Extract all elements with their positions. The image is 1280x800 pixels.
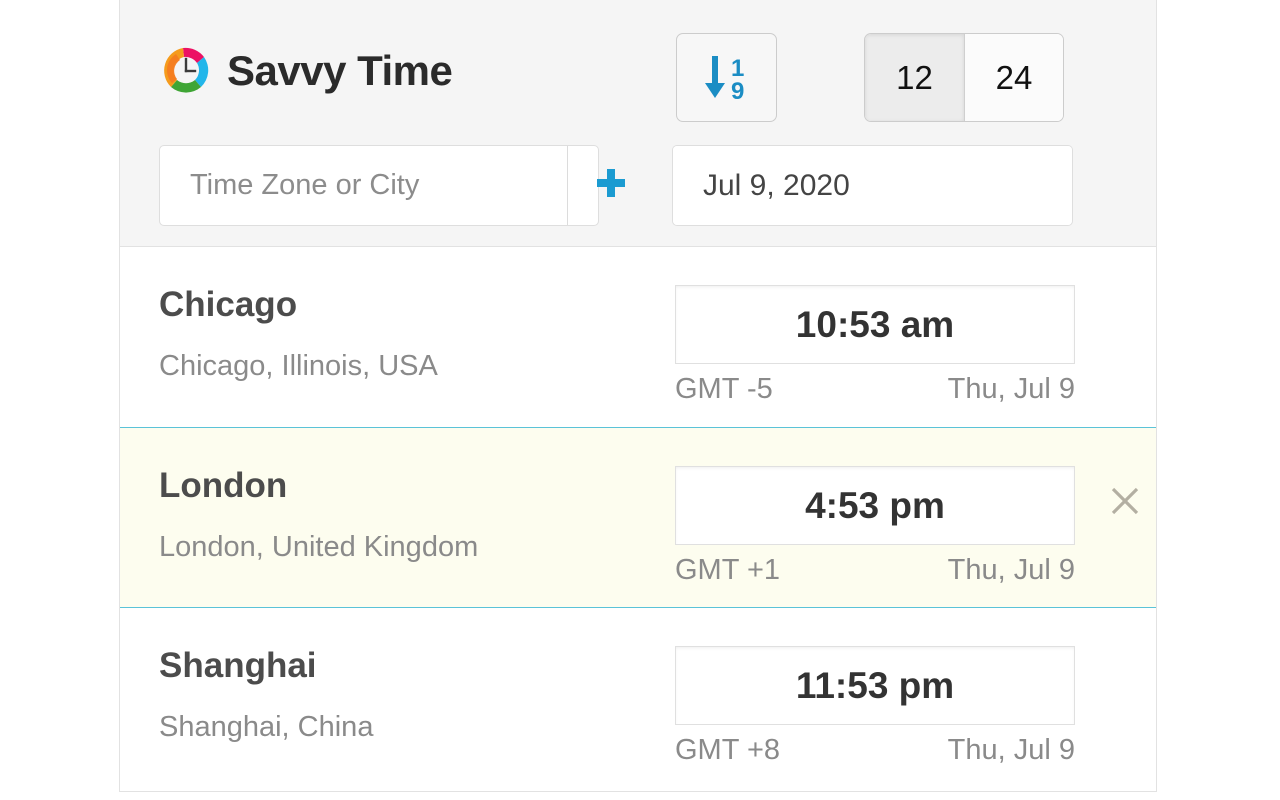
timezone-search-input[interactable]: [160, 146, 567, 225]
row-location: Shanghai, China: [159, 711, 374, 743]
row-city-name: Chicago: [159, 285, 298, 324]
table-row[interactable]: London London, United Kingdom 4:53 pm GM…: [120, 427, 1156, 608]
row-location: Chicago, Illinois, USA: [159, 350, 438, 382]
date-input[interactable]: [673, 146, 1072, 225]
plus-icon: [591, 163, 631, 208]
widget-header: Savvy Time 1 9 12 24: [120, 0, 1156, 247]
table-row[interactable]: Chicago Chicago, Illinois, USA 10:53 am …: [120, 247, 1156, 428]
timezone-rows: Chicago Chicago, Illinois, USA 10:53 am …: [120, 247, 1156, 789]
add-timezone-button[interactable]: [567, 146, 654, 225]
row-day-date: Thu, Jul 9: [947, 554, 1075, 586]
brand-title: Savvy Time: [227, 47, 453, 94]
row-time: 10:53 am: [795, 304, 955, 345]
hour-format-toggle[interactable]: 12 24: [864, 33, 1064, 122]
timezone-search-field[interactable]: [159, 145, 625, 226]
sort-button[interactable]: 1 9: [676, 33, 777, 122]
row-location: London, United Kingdom: [159, 531, 479, 563]
row-time: 4:53 pm: [805, 485, 945, 526]
remove-row-button[interactable]: [1098, 476, 1152, 530]
hour-format-option-12[interactable]: 12: [865, 34, 964, 121]
row-city-name: London: [159, 466, 288, 505]
savvy-time-clock-logo-icon: [159, 44, 213, 98]
row-day-date: Thu, Jul 9: [947, 734, 1075, 766]
hour-format-option-24[interactable]: 24: [964, 34, 1063, 121]
row-time-box[interactable]: 10:53 am: [675, 285, 1075, 364]
row-time-box[interactable]: 4:53 pm: [675, 466, 1075, 545]
svg-text:9: 9: [731, 78, 744, 105]
row-city-name: Shanghai: [159, 646, 317, 685]
close-icon: [1105, 481, 1145, 526]
row-day-date: Thu, Jul 9: [947, 373, 1075, 405]
row-time-box[interactable]: 11:53 pm: [675, 646, 1075, 725]
sort-ascending-numeric-icon: 1 9: [697, 50, 757, 106]
table-row[interactable]: Shanghai Shanghai, China 11:53 pm GMT +8…: [120, 608, 1156, 789]
brand: Savvy Time: [159, 44, 453, 98]
savvy-time-widget: Savvy Time 1 9 12 24 Time Zone or City J…: [119, 0, 1157, 792]
date-picker-field[interactable]: [672, 145, 1073, 226]
row-time: 11:53 pm: [795, 665, 955, 706]
